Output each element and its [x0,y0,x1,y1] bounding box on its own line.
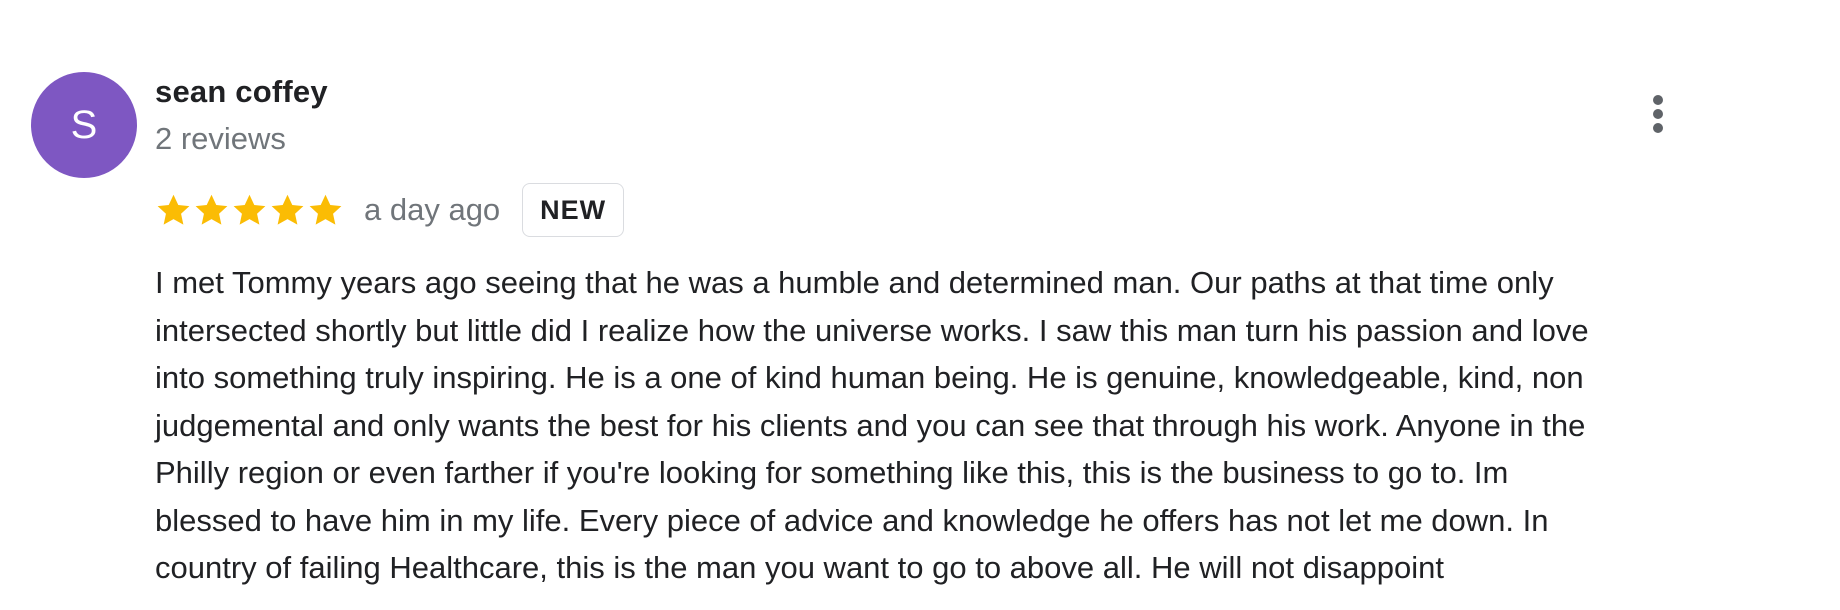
review-text-line: judgemental and only wants the best for … [155,407,1586,443]
more-vert-icon [1653,95,1663,133]
avatar[interactable]: S [31,72,137,178]
review-text-line: I met Tommy years ago seeing that he was… [155,265,1554,300]
star-rating [155,192,344,229]
star-icon [195,194,228,225]
avatar-initial: S [70,102,98,147]
review-date: a day ago [364,192,501,227]
review-text: I met Tommy years ago seeing that he was… [155,259,1755,592]
star-icon [157,194,190,225]
author-name[interactable]: sean coffey [155,74,328,110]
new-badge: NEW [522,183,625,237]
review-text-line: intersected shortly but little did I rea… [155,312,1589,348]
review-card: S sean coffey 2 reviews a day ago NEW I … [0,0,1840,610]
star-icon [271,194,304,225]
review-text-line: into something truly inspiring. He is a … [155,360,1584,395]
more-options-button[interactable] [1636,88,1680,140]
star-icon [233,194,266,225]
review-meta: a day ago NEW [155,182,625,238]
review-text-line: country of failing Healthcare, this is t… [155,550,1444,585]
star-icon [309,194,342,225]
review-text-line: Philly region or even farther if you're … [155,455,1509,490]
review-text-line: blessed to have him in my life. Every pi… [155,502,1549,538]
author-review-count[interactable]: 2 reviews [155,121,286,157]
